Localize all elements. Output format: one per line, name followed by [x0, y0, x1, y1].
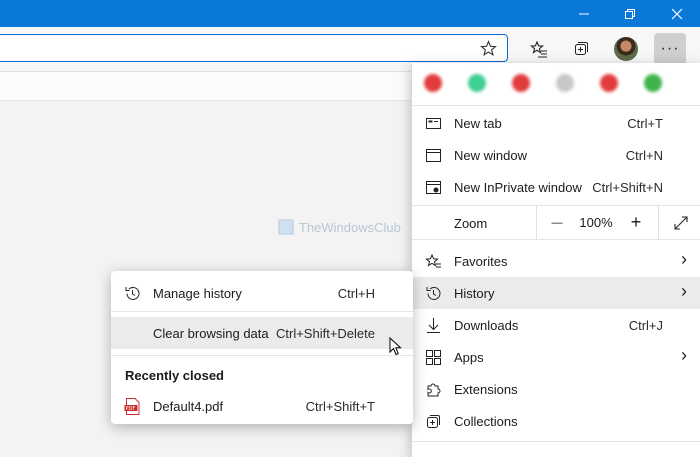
collections-icon	[575, 42, 588, 55]
extension-icon[interactable]	[556, 74, 574, 92]
pdf-file-icon: PDF	[124, 398, 140, 415]
menu-item-label: Favorites	[454, 254, 508, 269]
zoom-out-button[interactable]: —	[536, 206, 577, 239]
extension-icon[interactable]	[600, 74, 618, 92]
zoom-row: Zoom — 100% +	[412, 206, 700, 239]
menu-item-new-window[interactable]: New window Ctrl+N	[412, 139, 700, 171]
settings-more-button[interactable]: ···	[654, 33, 686, 65]
menu-item-shortcut: Ctrl+Shift+N	[592, 180, 663, 195]
minus-icon: —	[551, 216, 563, 229]
favorites-button[interactable]	[523, 33, 555, 65]
extensions-icon	[427, 383, 441, 397]
clear-browsing-data-shortcut: Ctrl+Shift+Delete	[276, 326, 375, 341]
minimize-button[interactable]	[561, 0, 607, 27]
recently-closed-shortcut: Ctrl+Shift+T	[305, 399, 375, 414]
manage-history-item[interactable]: Manage history Ctrl+H	[111, 277, 413, 309]
extension-icon[interactable]	[424, 74, 442, 92]
menu-item-label: Extensions	[454, 382, 518, 397]
clear-browsing-data-item[interactable]: Clear browsing data Ctrl+Shift+Delete	[111, 317, 413, 349]
menu-item-downloads[interactable]: Downloads Ctrl+J	[412, 309, 700, 341]
new-tab-icon	[426, 118, 441, 129]
favorites-icon	[425, 253, 441, 268]
extension-icon[interactable]	[512, 74, 530, 92]
menu-separator	[412, 239, 700, 240]
close-icon	[671, 8, 683, 19]
clear-browsing-data-label: Clear browsing data	[153, 326, 269, 341]
menu-item-collections[interactable]: Collections	[412, 405, 700, 437]
extension-icon[interactable]	[468, 74, 486, 92]
extension-icon[interactable]	[644, 74, 662, 92]
chevron-right-icon: ›	[681, 345, 687, 365]
profile-button[interactable]	[610, 33, 642, 65]
zoom-value: 100%	[576, 206, 616, 239]
menu-item-shortcut: Ctrl+N	[625, 148, 663, 163]
pdf-badge: PDF	[126, 406, 136, 412]
menu-item-label: New InPrivate window	[454, 180, 582, 195]
fullscreen-icon	[673, 215, 688, 230]
favorites-icon	[530, 40, 547, 58]
settings-menu: New tab Ctrl+T New window Ctrl+N New InP…	[411, 63, 700, 457]
menu-separator	[412, 441, 700, 442]
minimize-icon	[579, 13, 589, 14]
more-icon: ···	[660, 40, 680, 57]
collections-icon	[427, 415, 440, 428]
menu-item-label: New tab	[454, 116, 502, 131]
menu-item-apps[interactable]: Apps ›	[412, 341, 700, 373]
manage-history-label: Manage history	[153, 286, 242, 301]
menu-item-extensions[interactable]: Extensions	[412, 373, 700, 405]
favorite-star-icon[interactable]	[480, 40, 497, 57]
restore-button[interactable]	[607, 0, 653, 27]
zoom-label: Zoom	[454, 216, 488, 231]
zoom-percentage: 100%	[579, 215, 613, 230]
title-bar	[0, 0, 700, 27]
menu-item-label: Apps	[454, 350, 484, 365]
mouse-cursor-icon	[389, 337, 402, 356]
menu-item-favorites[interactable]: Favorites ›	[412, 245, 700, 277]
menu-item-label: Downloads	[454, 318, 519, 333]
menu-item-label: Collections	[454, 414, 518, 429]
menu-item-label: History	[454, 286, 495, 301]
menu-item-new-inprivate-window[interactable]: New InPrivate window Ctrl+Shift+N	[412, 171, 700, 203]
watermark: TheWindowsClub	[278, 219, 401, 235]
address-bar[interactable]	[0, 34, 508, 62]
extensions-row	[412, 63, 700, 103]
manage-history-shortcut: Ctrl+H	[337, 286, 375, 301]
submenu-separator	[111, 355, 413, 356]
menu-item-shortcut: Ctrl+T	[627, 116, 663, 131]
collections-button[interactable]	[565, 33, 597, 65]
chevron-right-icon: ›	[681, 249, 687, 269]
submenu-separator	[111, 311, 413, 312]
history-submenu: Manage history Ctrl+H Clear browsing dat…	[111, 271, 413, 424]
zoom-in-button[interactable]: +	[616, 206, 656, 239]
history-icon	[125, 286, 140, 300]
fullscreen-button[interactable]	[658, 206, 700, 239]
download-icon	[427, 318, 440, 333]
watermark-text: TheWindowsClub	[299, 219, 401, 235]
apps-icon	[426, 350, 441, 365]
menu-item-new-tab[interactable]: New tab Ctrl+T	[412, 107, 700, 139]
menu-item-label: New window	[454, 148, 527, 163]
recently-closed-item[interactable]: PDF Default4.pdf Ctrl+Shift+T	[111, 390, 413, 422]
chevron-right-icon: ›	[681, 281, 687, 301]
restore-icon	[625, 8, 635, 19]
new-window-icon	[426, 149, 441, 162]
profile-avatar	[614, 37, 638, 61]
menu-separator	[412, 105, 700, 106]
close-button[interactable]	[654, 0, 700, 27]
recently-closed-heading: Recently closed	[125, 368, 224, 383]
menu-item-history[interactable]: History ›	[412, 277, 700, 309]
plus-icon: +	[630, 212, 642, 232]
history-icon	[426, 286, 441, 300]
watermark-logo-icon	[278, 219, 294, 235]
inprivate-icon	[426, 181, 441, 194]
recently-closed-label: Default4.pdf	[153, 399, 224, 414]
menu-item-shortcut: Ctrl+J	[628, 318, 663, 333]
